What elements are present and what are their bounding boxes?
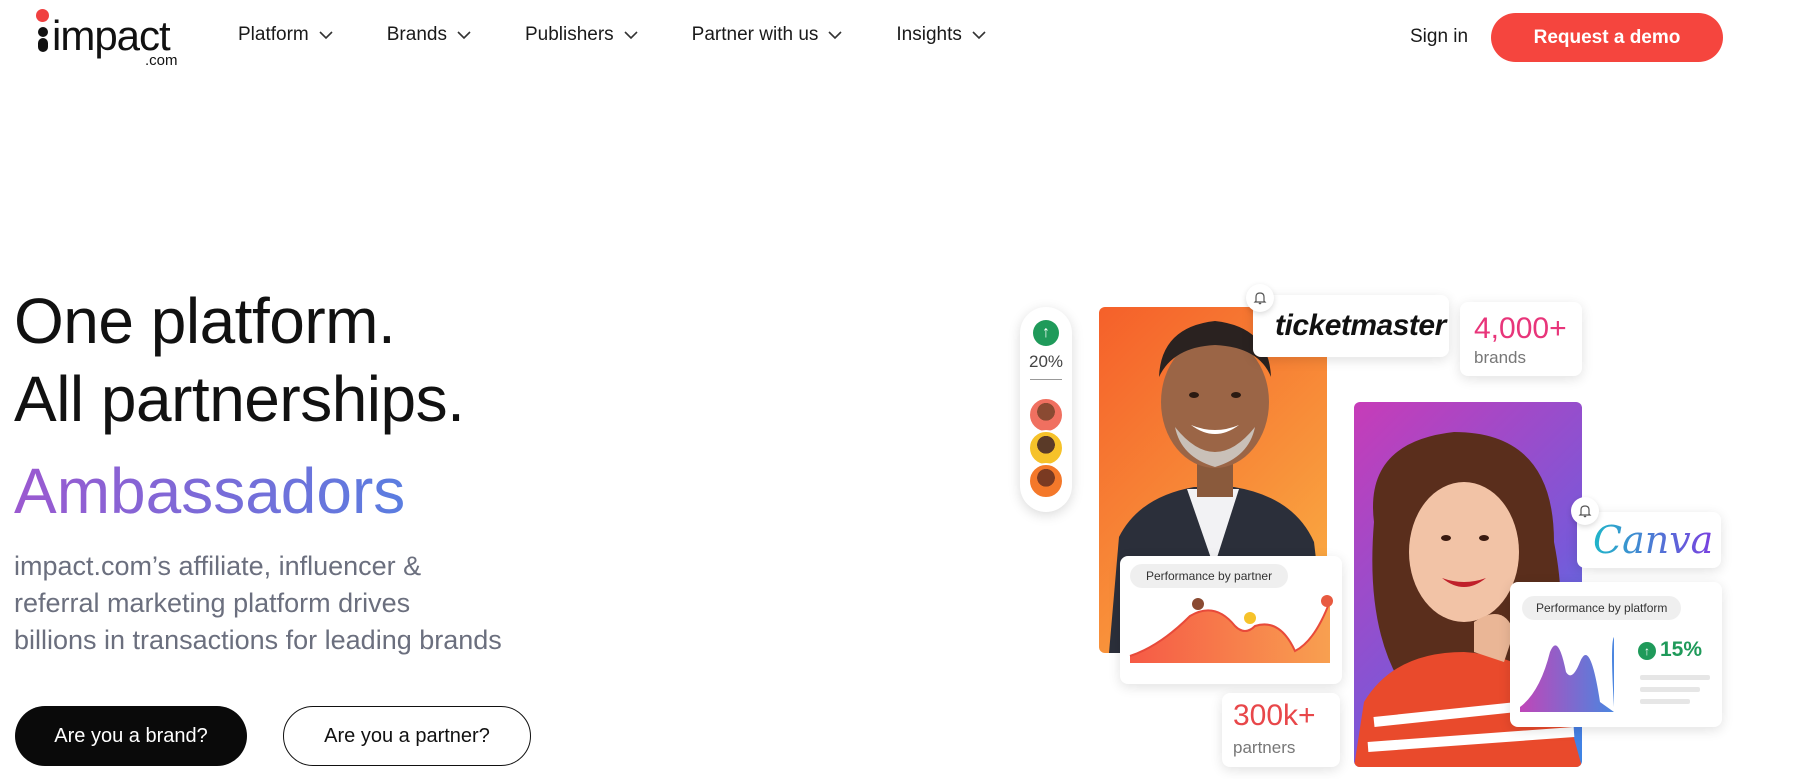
main-menu: Platform Brands Publishers Partner with … — [238, 24, 1040, 46]
logo-dot-black — [38, 27, 48, 37]
ticketmaster-card: ticketmaster — [1253, 295, 1449, 357]
bell-icon — [1246, 284, 1274, 312]
hero-rotating-word: Ambassadors — [14, 452, 405, 530]
chevron-down-icon — [828, 30, 842, 39]
partners-label: partners — [1233, 738, 1296, 757]
menu-brands[interactable]: Brands — [387, 24, 471, 46]
menu-publishers-label: Publishers — [524, 24, 614, 45]
hero-line-2: All partnerships. — [14, 363, 465, 435]
canva-logo: Canva — [1593, 518, 1714, 562]
hero-heading: One platform. All partnerships. — [14, 282, 465, 438]
menu-partner-with-us[interactable]: Partner with us — [692, 24, 843, 46]
menu-partner-label: Partner with us — [691, 24, 819, 45]
brands-count: 4,000+ — [1474, 312, 1567, 345]
partners-stat-card: 300k+ partners — [1222, 693, 1340, 767]
brands-label: brands — [1474, 348, 1526, 367]
chevron-down-icon — [319, 30, 333, 39]
partner-avatar-3 — [1028, 463, 1064, 499]
platform-percent: 15% — [1660, 638, 1703, 661]
performance-by-platform-card: Performance by platform ↑ 15% — [1510, 582, 1722, 727]
arrow-up-icon: ↑ — [1638, 642, 1656, 660]
chevron-down-icon — [972, 30, 986, 39]
sign-in-link[interactable]: Sign in — [1410, 26, 1468, 48]
arrow-up-icon: ↑ — [1033, 320, 1059, 346]
are-you-a-brand-button[interactable]: Are you a brand? — [15, 706, 247, 766]
are-you-a-partner-button[interactable]: Are you a partner? — [283, 706, 531, 766]
top-nav: impact .com Platform Brands Publishers P… — [0, 0, 1805, 76]
partners-count: 300k+ — [1233, 699, 1316, 732]
logo-bar — [38, 38, 48, 52]
hero-line-1: One platform. — [14, 285, 396, 357]
logo-dot-red — [36, 9, 49, 22]
growth-percent: 20% — [1028, 352, 1064, 371]
brands-stat-card: 4,000+ brands — [1460, 302, 1582, 376]
hero-desc-line-1: impact.com’s affiliate, influencer & — [14, 551, 422, 581]
hero-description: impact.com’s affiliate, influencer & ref… — [14, 548, 574, 659]
bell-icon — [1571, 497, 1599, 525]
menu-brands-label: Brands — [386, 24, 447, 45]
partner-area-chart — [1129, 595, 1333, 663]
canva-card: Canva — [1577, 512, 1721, 568]
menu-publishers[interactable]: Publishers — [525, 24, 638, 46]
menu-insights[interactable]: Insights — [896, 24, 986, 46]
partner-avatar-2 — [1028, 430, 1064, 466]
menu-insights-label: Insights — [896, 24, 962, 45]
ticketmaster-logo: ticketmaster — [1275, 309, 1446, 342]
request-demo-button[interactable]: Request a demo — [1491, 13, 1723, 62]
pill-divider — [1030, 379, 1062, 380]
hero-desc-line-2: referral marketing platform drives — [14, 588, 411, 618]
menu-platform-label: Platform — [238, 24, 309, 45]
impact-logo[interactable]: impact .com — [30, 8, 190, 69]
logo-com: .com — [145, 52, 178, 69]
chevron-down-icon — [457, 30, 471, 39]
chevron-down-icon — [624, 30, 638, 39]
partner-avatar-1 — [1028, 397, 1064, 433]
hero-desc-line-3: billions in transactions for leading bra… — [14, 625, 502, 655]
menu-platform[interactable]: Platform — [238, 24, 333, 46]
growth-pill: ↑ 20% — [1020, 307, 1072, 512]
performance-by-partner-card: Performance by partner — [1120, 556, 1342, 684]
